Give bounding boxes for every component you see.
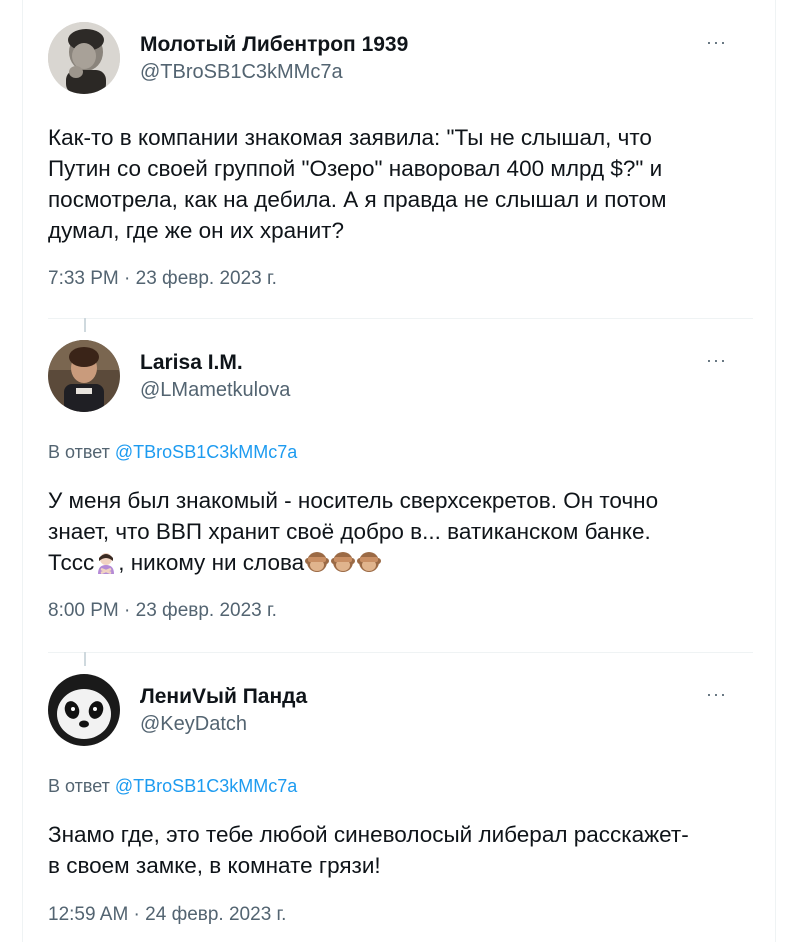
tweet-2[interactable]: Larisa I.M. @LMametkulova ··· В ответ @T… xyxy=(48,318,753,652)
author-name[interactable]: Молотый Либентроп 1939 xyxy=(140,33,408,57)
tweet-text-line: посмотрела, как на дебила. А я правда не… xyxy=(48,187,667,212)
tweet-text: У меня был знакомый - носитель сверхсекр… xyxy=(48,485,738,582)
tweet-3[interactable]: ЛениVый Панда @KeyDatch ··· В ответ @TBr… xyxy=(48,652,753,942)
tweet-text-line: думал, где же он их хранит? xyxy=(48,218,344,243)
more-options-icon[interactable]: ··· xyxy=(706,684,727,705)
tweet-text-line: Знамо где, это тебе любой синеволосый ли… xyxy=(48,822,689,847)
tweet-text-fragment: Тссс xyxy=(48,550,95,575)
tweet-timestamp[interactable]: 12:59 AM · 24 февр. 2023 г. xyxy=(48,904,286,926)
avatar-panda xyxy=(48,674,120,746)
tweet-text-fragment: , никому ни слова xyxy=(118,550,305,575)
author-handle[interactable]: @LMametkulova xyxy=(140,379,290,402)
tweet-text-line: Путин со своей группой "Озеро" наворовал… xyxy=(48,156,663,181)
avatar-photo-woman xyxy=(48,340,120,412)
tweet-text-line: У меня был знакомый - носитель сверхсекр… xyxy=(48,488,659,513)
see-no-evil-monkey-icon xyxy=(330,548,356,582)
author-name[interactable]: ЛениVый Панда xyxy=(140,685,307,709)
reply-prefix: В ответ xyxy=(48,442,110,462)
reply-prefix: В ответ xyxy=(48,776,110,796)
reply-to-link[interactable]: @TBroSB1C3kMMc7a xyxy=(115,442,297,462)
tweet-text-line: Тссс , никому ни слова xyxy=(48,547,738,582)
reply-context: В ответ @TBroSB1C3kMMc7a xyxy=(48,442,297,463)
see-no-evil-monkey-icon xyxy=(304,548,330,582)
avatar[interactable] xyxy=(48,340,120,412)
tweet-text-line: знает, что ВВП хранит своё добро в... ва… xyxy=(48,519,651,544)
more-options-icon[interactable]: ··· xyxy=(706,350,727,371)
author-handle[interactable]: @KeyDatch xyxy=(140,713,247,736)
more-options-icon[interactable]: ··· xyxy=(706,32,727,53)
see-no-evil-monkey-icon xyxy=(356,548,382,582)
woman-gesturing-no-icon xyxy=(94,550,118,582)
author-name[interactable]: Larisa I.M. xyxy=(140,351,243,375)
avatar[interactable] xyxy=(48,22,120,94)
tweet-1[interactable]: Молотый Либентроп 1939 @TBroSB1C3kMMc7a … xyxy=(48,0,753,318)
tweet-text: Знамо где, это тебе любой синеволосый ли… xyxy=(48,819,738,881)
author-handle[interactable]: @TBroSB1C3kMMc7a xyxy=(140,61,343,84)
avatar[interactable] xyxy=(48,674,120,746)
tweet-text: Как-то в компании знакомая заявила: "Ты … xyxy=(48,122,738,246)
avatar-photo-boy xyxy=(48,22,120,94)
tweet-timestamp[interactable]: 7:33 PM · 23 февр. 2023 г. xyxy=(48,268,277,290)
tweet-text-line: Как-то в компании знакомая заявила: "Ты … xyxy=(48,125,652,150)
tweet-text-line: в своем замке, в комнате грязи! xyxy=(48,853,381,878)
reply-to-link[interactable]: @TBroSB1C3kMMc7a xyxy=(115,776,297,796)
tweet-timestamp[interactable]: 8:00 PM · 23 февр. 2023 г. xyxy=(48,600,277,622)
reply-context: В ответ @TBroSB1C3kMMc7a xyxy=(48,776,297,797)
